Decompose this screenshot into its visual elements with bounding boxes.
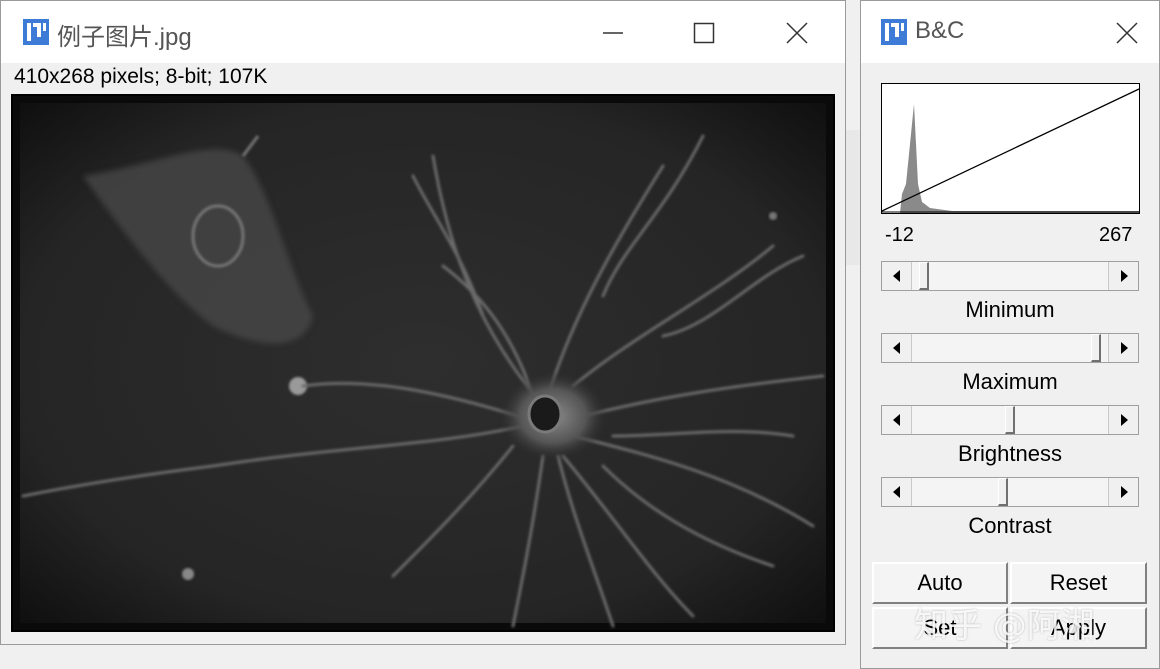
contrast-label: Contrast [968, 513, 1052, 538]
minimize-icon [603, 32, 623, 34]
slider-thumb[interactable] [1091, 334, 1101, 362]
histogram-plot [882, 88, 1139, 213]
slider-track[interactable] [912, 262, 1108, 290]
maximize-icon [693, 22, 715, 44]
image-canvas-frame [11, 94, 835, 632]
brightness-slider[interactable] [881, 405, 1139, 435]
triangle-left-icon [892, 342, 900, 354]
window-title: 例子图片.jpg [57, 24, 192, 51]
histogram [881, 83, 1140, 214]
scroll-right-arrow[interactable] [1108, 334, 1138, 362]
slider-track[interactable] [912, 478, 1108, 506]
imagej-icon [23, 19, 49, 45]
scroll-left-arrow[interactable] [882, 334, 912, 362]
minimum-label: Minimum [965, 297, 1055, 322]
triangle-right-icon [1120, 414, 1128, 426]
histogram-min-label: -12 [885, 224, 914, 246]
scroll-right-arrow[interactable] [1108, 478, 1138, 506]
maximize-button[interactable] [684, 13, 724, 53]
slider-thumb[interactable] [998, 478, 1008, 506]
minimize-button[interactable] [593, 13, 633, 53]
bc-window-title: B&C [915, 17, 965, 44]
triangle-left-icon [892, 270, 900, 282]
imagej-icon [881, 19, 907, 45]
triangle-right-icon [1120, 342, 1128, 354]
slider-thumb[interactable] [919, 262, 929, 290]
scroll-left-arrow[interactable] [882, 262, 912, 290]
image-window-titlebar[interactable]: 例子图片.jpg [1, 1, 845, 63]
minimum-slider[interactable] [881, 261, 1139, 291]
slider-track[interactable] [912, 334, 1108, 362]
bc-window: B&C -12 267 Minimum Maximum Brightness C… [860, 0, 1160, 669]
scroll-left-arrow[interactable] [882, 406, 912, 434]
close-icon [786, 22, 808, 44]
brightness-label: Brightness [958, 441, 1062, 466]
close-button[interactable] [777, 13, 817, 53]
triangle-right-icon [1120, 486, 1128, 498]
microscopy-image[interactable] [13, 96, 833, 630]
triangle-right-icon [1120, 270, 1128, 282]
bc-window-titlebar[interactable]: B&C [861, 1, 1159, 63]
watermark: 知乎 @阿湘 [914, 606, 1095, 646]
scroll-right-arrow[interactable] [1108, 406, 1138, 434]
contrast-slider[interactable] [881, 477, 1139, 507]
histogram-max-label: 267 [1099, 224, 1133, 246]
image-window: 例子图片.jpg 410x268 pixels; 8-bit; 107K [0, 0, 846, 645]
bc-close-button[interactable] [1107, 13, 1147, 53]
image-info: 410x268 pixels; 8-bit; 107K [14, 65, 268, 88]
triangle-left-icon [892, 414, 900, 426]
desktop-background-strip [846, 130, 860, 265]
slider-thumb[interactable] [1005, 406, 1015, 434]
close-icon [1116, 22, 1138, 44]
scroll-left-arrow[interactable] [882, 478, 912, 506]
maximum-slider[interactable] [881, 333, 1139, 363]
maximum-label: Maximum [962, 369, 1058, 394]
slider-track[interactable] [912, 406, 1108, 434]
triangle-left-icon [892, 486, 900, 498]
scroll-right-arrow[interactable] [1108, 262, 1138, 290]
